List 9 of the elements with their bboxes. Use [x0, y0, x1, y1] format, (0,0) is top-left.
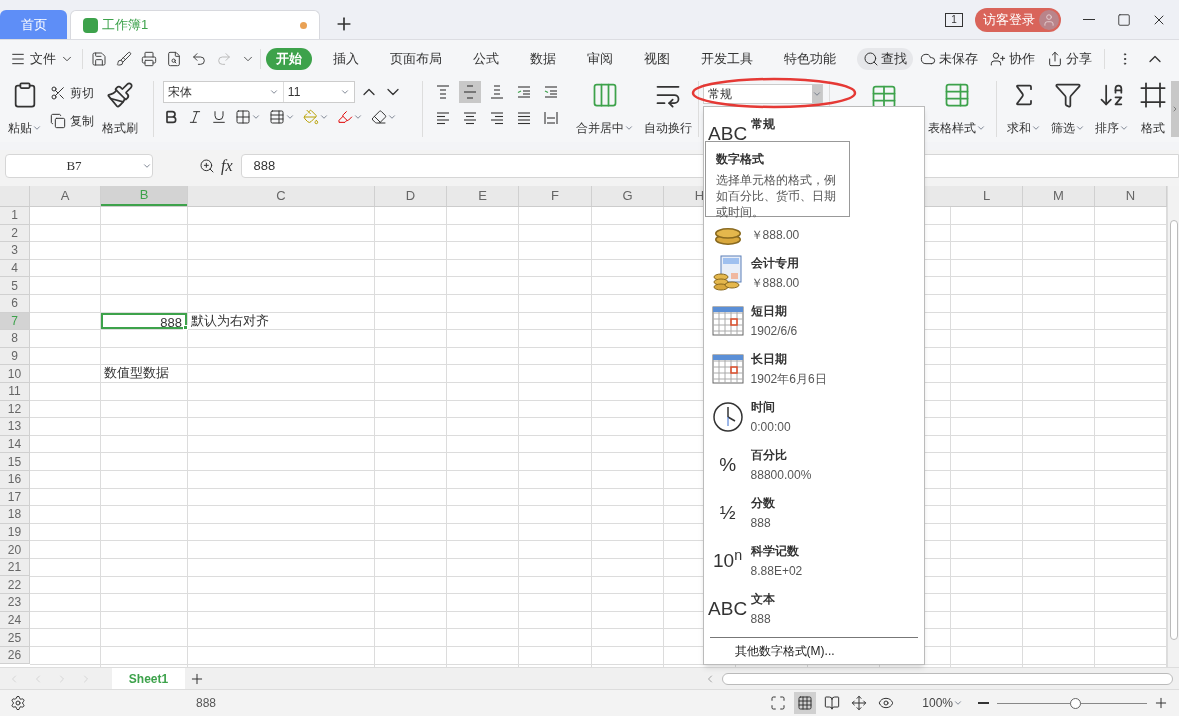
tooltip: 数字格式 选择单元格的格式，例如百分比、货币、日期或时间。: [704, 141, 850, 217]
table-cell: 888: [101, 312, 187, 330]
format-symbol: 10$^{n}$: [713, 548, 743, 573]
table-cell-text: 数值型数据: [103, 365, 170, 382]
format-symbol: ½: [719, 501, 736, 525]
format-symbol: %: [719, 453, 737, 477]
table-cell-text: 默认为右对齐: [190, 312, 270, 330]
status-value: 888: [196, 695, 217, 712]
format-symbol: ABC: [708, 597, 748, 621]
